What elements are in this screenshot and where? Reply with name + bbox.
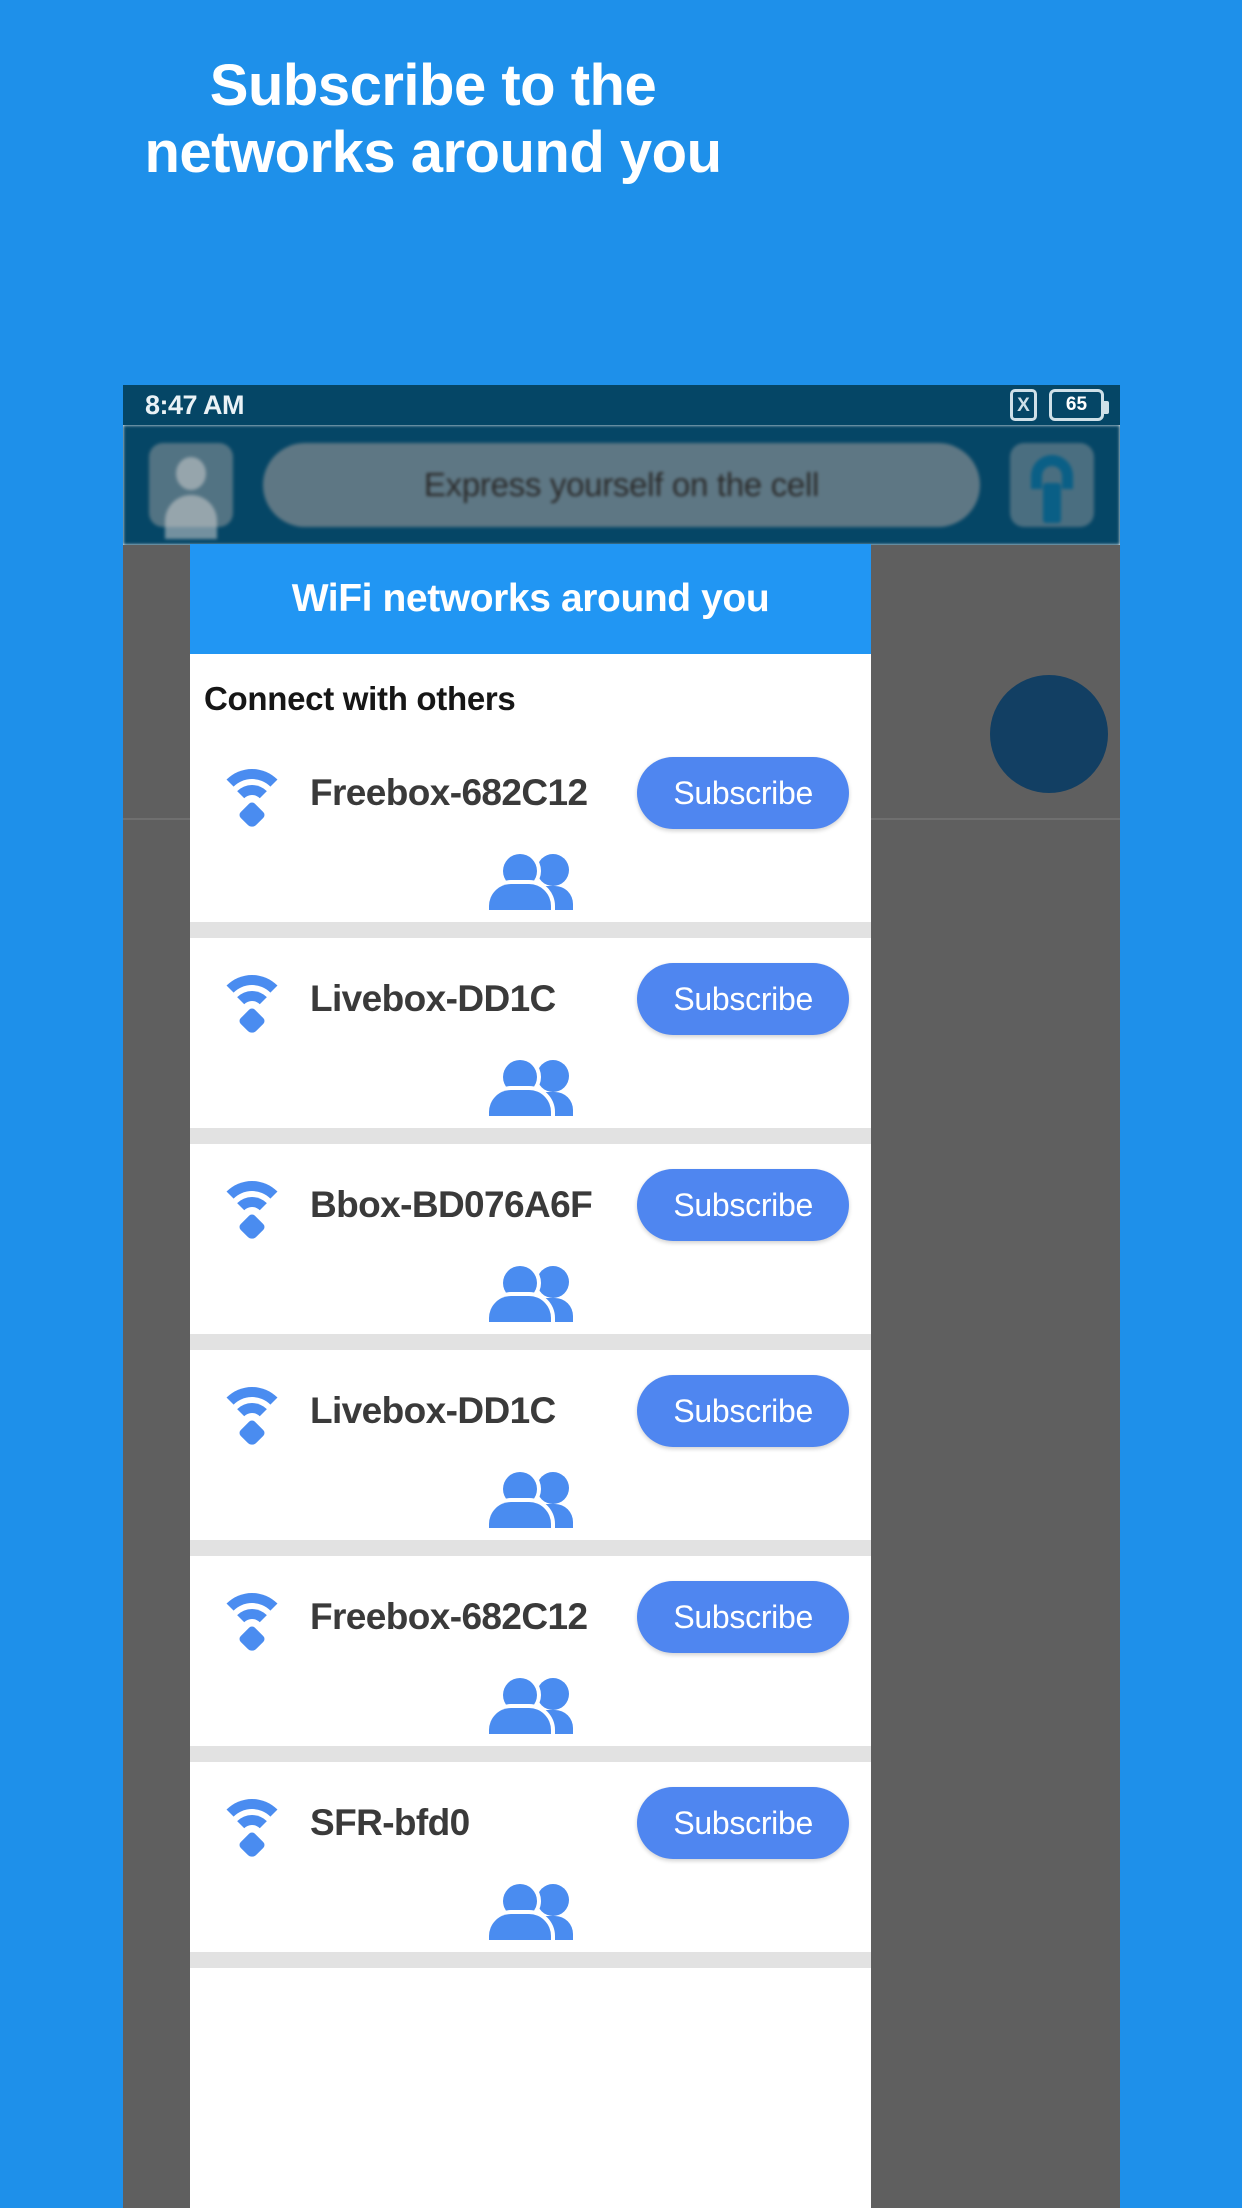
subscribe-button[interactable]: Subscribe bbox=[637, 757, 849, 829]
network-row-main: Livebox-DD1C Subscribe bbox=[190, 956, 871, 1042]
lock-body bbox=[1043, 483, 1061, 523]
people-icon[interactable] bbox=[485, 852, 577, 910]
network-name: Livebox-DD1C bbox=[310, 978, 556, 1019]
row-divider bbox=[190, 1952, 871, 1968]
network-row-2[interactable]: Bbox-BD076A6F Subscribe bbox=[190, 1144, 871, 1334]
row-divider bbox=[190, 1128, 871, 1144]
battery-icon: 65 bbox=[1049, 389, 1109, 421]
network-row-1[interactable]: Livebox-DD1C Subscribe bbox=[190, 938, 871, 1128]
people-icon[interactable] bbox=[485, 1882, 577, 1940]
row-divider bbox=[190, 1746, 871, 1762]
network-row-3[interactable]: Livebox-DD1C Subscribe bbox=[190, 1350, 871, 1540]
network-row-main: Freebox-682C12 Subscribe bbox=[190, 750, 871, 836]
people-icon[interactable] bbox=[485, 1264, 577, 1322]
network-name: Livebox-DD1C bbox=[310, 1390, 556, 1431]
network-row-members bbox=[190, 836, 871, 922]
subscribe-button[interactable]: Subscribe bbox=[637, 1787, 849, 1859]
search-input[interactable]: Express yourself on the cell bbox=[263, 443, 980, 527]
people-icon[interactable] bbox=[485, 1676, 577, 1734]
floating-action-button[interactable] bbox=[990, 675, 1108, 793]
wifi-icon bbox=[216, 1383, 288, 1448]
network-name: SFR-bfd0 bbox=[310, 1802, 470, 1843]
network-row-members bbox=[190, 1248, 871, 1334]
phone-screenshot: 8:47 AM X 65 Express yourself on the cel… bbox=[123, 385, 1120, 2208]
sim-x-icon: X bbox=[1010, 389, 1037, 421]
network-row-main: Freebox-682C12 Subscribe bbox=[190, 1574, 871, 1660]
status-bar: 8:47 AM X 65 bbox=[123, 385, 1120, 425]
dialog-title: WiFi networks around you bbox=[190, 544, 871, 654]
network-row-members bbox=[190, 1454, 871, 1540]
wifi-icon bbox=[216, 1795, 288, 1860]
lock-icon[interactable] bbox=[1010, 443, 1094, 527]
network-row-main: SFR-bfd0 Subscribe bbox=[190, 1780, 871, 1866]
wifi-icon bbox=[216, 1177, 288, 1242]
network-name: Freebox-682C12 bbox=[310, 1596, 588, 1637]
wifi-icon bbox=[216, 971, 288, 1036]
row-divider bbox=[190, 1540, 871, 1556]
network-list: Freebox-682C12 Subscribe Livebox-DD1C Su… bbox=[190, 718, 871, 1968]
network-row-members bbox=[190, 1660, 871, 1746]
network-row-members bbox=[190, 1866, 871, 1952]
network-row-main: Bbox-BD076A6F Subscribe bbox=[190, 1162, 871, 1248]
network-row-4[interactable]: Freebox-682C12 Subscribe bbox=[190, 1556, 871, 1746]
promo-headline: Subscribe to the networks around you bbox=[144, 53, 722, 186]
row-divider bbox=[190, 922, 871, 938]
subscribe-button[interactable]: Subscribe bbox=[637, 1169, 849, 1241]
status-bar-indicators: X 65 bbox=[1010, 389, 1109, 421]
row-divider bbox=[190, 1334, 871, 1350]
avatar-icon[interactable] bbox=[149, 443, 233, 539]
network-row-members bbox=[190, 1042, 871, 1128]
network-row-5[interactable]: SFR-bfd0 Subscribe bbox=[190, 1762, 871, 1952]
subscribe-button[interactable]: Subscribe bbox=[637, 1581, 849, 1653]
network-name: Freebox-682C12 bbox=[310, 772, 588, 813]
people-icon[interactable] bbox=[485, 1470, 577, 1528]
wifi-networks-dialog: WiFi networks around you Connect with ot… bbox=[190, 544, 871, 2208]
app-bar: Express yourself on the cell bbox=[123, 425, 1120, 545]
subscribe-button[interactable]: Subscribe bbox=[637, 1375, 849, 1447]
dialog-subtitle: Connect with others bbox=[204, 680, 516, 717]
network-row-0[interactable]: Freebox-682C12 Subscribe bbox=[190, 732, 871, 922]
people-icon[interactable] bbox=[485, 1058, 577, 1116]
status-bar-clock: 8:47 AM bbox=[145, 389, 245, 420]
network-row-main: Livebox-DD1C Subscribe bbox=[190, 1368, 871, 1454]
wifi-icon bbox=[216, 765, 288, 830]
subscribe-button[interactable]: Subscribe bbox=[637, 963, 849, 1035]
wifi-icon bbox=[216, 1589, 288, 1654]
network-name: Bbox-BD076A6F bbox=[310, 1184, 593, 1225]
